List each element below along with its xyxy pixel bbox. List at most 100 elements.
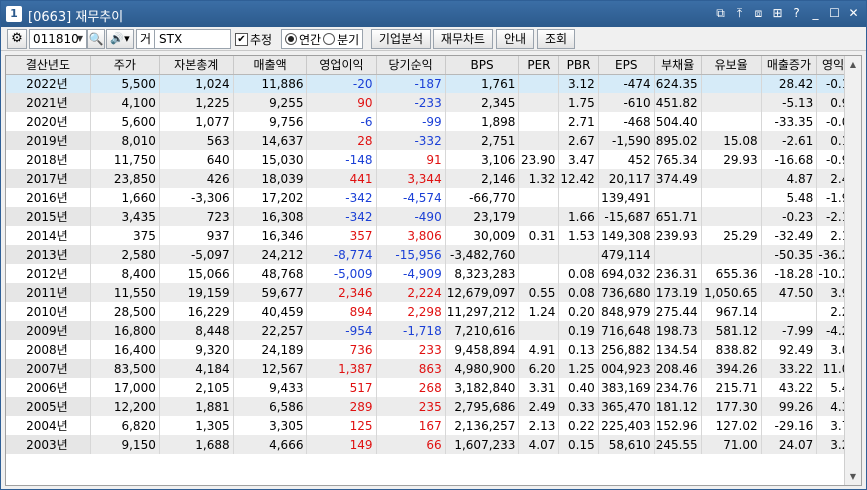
gear-icon[interactable]: ⚙ [7,29,27,49]
column-header[interactable]: BPS [445,56,520,75]
table-cell: -50.35 [761,245,818,264]
table-cell: 215.71 [701,378,762,397]
table-cell: 23,850 [90,169,160,188]
table-cell: 1,761 [445,74,520,93]
table-cell: 3,106 [445,150,520,169]
column-header[interactable]: 매출증가 [761,56,818,75]
table-row[interactable]: 2003년 9,150 1,688 4,666 149 66 1,607,233 4.07 0.… [6,435,861,454]
column-header[interactable]: 결산년도 [6,56,91,75]
table-row[interactable]: 2006년 17,000 2,105 9,433 517 268 3,182,840 3.31… [6,378,861,397]
column-header[interactable]: 영업이익 [306,56,377,75]
table-row[interactable]: 2011년 11,550 19,159 59,677 2,346 2,224 12,679,… [6,283,861,302]
toolbar: ⚙ 011810 ▼ 🔍 🔊▾ 거 STX ✔ 추정 연간 분기 기업분석 재무차… [1,27,866,51]
column-header[interactable]: EPS [598,56,655,75]
estimate-checkbox[interactable]: ✔ 추정 [235,31,272,48]
table-row[interactable]: 2018년 11,750 640 15,030 -148 91 3,106 23.90 3.47… [6,150,861,169]
scroll-down-icon[interactable]: ▼ [845,468,861,485]
table-cell: 239.93 [654,226,702,245]
pin-icon[interactable]: ⤒ [731,5,748,22]
table-row[interactable]: 2016년 1,660 -3,306 17,202 -342 -4,574 -66,770 1… [6,188,861,207]
scroll-up-icon[interactable]: ▲ [845,56,861,73]
table-row[interactable]: 2009년 16,800 8,448 22,257 -954 -1,718 7,210,61… [6,321,861,340]
column-header[interactable]: PER [518,56,560,75]
table-row[interactable]: 2012년 8,400 15,066 48,768 -5,009 -4,909 8,323,… [6,264,861,283]
copy-icon[interactable]: ⧈ [750,5,767,22]
table-cell: -5,097 [159,245,234,264]
table-cell: 1.75 [558,93,599,112]
company-analysis-button[interactable]: 기업분석 [371,29,431,49]
year-cell: 2003년 [6,435,91,454]
table-cell: 723 [159,207,234,226]
search-icon[interactable]: 🔍 [87,29,105,49]
table-row[interactable]: 2008년 16,400 9,320 24,189 736 233 9,458,894 4.9… [6,340,861,359]
guide-button[interactable]: 안내 [496,29,534,49]
table-cell: 11,550 [90,283,160,302]
window-restore-icon[interactable]: ⧉ [712,5,729,22]
table-cell: 7,210,616 [445,321,520,340]
close-icon[interactable]: ✕ [845,5,862,22]
title-bar-icons: ⧉ ⤒ ⧈ ⊞? _ ☐ ✕ [712,5,862,22]
table-cell: 3,806 [376,226,446,245]
table-row[interactable]: 2005년 12,200 1,881 6,586 289 235 2,795,686 2.49… [6,397,861,416]
table-cell: 11,886 [233,74,308,93]
speaker-icon[interactable]: 🔊▾ [106,29,134,49]
table-cell: 5,600 [90,112,160,131]
maximize-icon[interactable]: ☐ [826,5,843,22]
table-cell: 1,387 [306,359,377,378]
table-cell: 0.15 [558,435,599,454]
stock-name-field[interactable]: 거 STX [136,29,231,49]
table-cell: 20,117 [598,169,655,188]
help-icon[interactable]: ? [788,5,805,22]
table-cell [701,207,762,226]
table-row[interactable]: 2013년 2,580 -5,097 24,212 -8,774 -15,956 -3,48… [6,245,861,264]
query-button[interactable]: 조회 [537,29,575,49]
chevron-down-icon[interactable]: ▼ [75,30,85,48]
title-bar[interactable]: 1 [0663] 재무추이 ⧉ ⤒ ⧈ ⊞? _ ☐ ✕ [1,1,866,27]
table-cell: -32.49 [761,226,818,245]
column-header[interactable]: 주가 [90,56,160,75]
column-header[interactable]: 당기순익 [376,56,446,75]
financial-grid[interactable]: 결산년도 주가 자본총계 매출액 영업이익 당기순익 BPS PER PBR EPS 부채율 유보율 매… [5,55,862,486]
table-cell: -0.23 [761,207,818,226]
window-number-badge[interactable]: 1 [6,6,22,22]
table-cell: 58,610 [598,435,655,454]
minimize-icon[interactable]: _ [807,5,824,22]
table-cell: 3.47 [558,150,599,169]
table-row[interactable]: 2004년 6,820 1,305 3,305 125 167 2,136,257 2.13 0… [6,416,861,435]
column-header[interactable]: 자본총계 [159,56,234,75]
radio-quarter[interactable] [323,33,336,45]
table-row[interactable]: 2022년 5,500 1,024 11,886 -20 -187 1,761 3.12 -47… [6,74,861,93]
table-row[interactable]: 2010년 28,500 16,229 40,459 894 2,298 11,297,21… [6,302,861,321]
table-row[interactable]: 2014년 375 937 16,346 357 3,806 30,009 0.31 1.53 1… [6,226,861,245]
vertical-scrollbar[interactable]: ▲ ▼ [844,56,861,485]
table-cell: 9,150 [90,435,160,454]
table-cell: 0.31 [518,226,560,245]
table-cell: 256,882 [598,340,655,359]
table-row[interactable]: 2017년 23,850 426 18,039 441 3,344 2,146 1.32 12.… [6,169,861,188]
table-cell: 125 [306,416,377,435]
table-cell [518,93,560,112]
table-cell: 127.02 [701,416,762,435]
table-cell: 848,979 [598,302,655,321]
table-cell [518,131,560,150]
table-row[interactable]: 2007년 83,500 4,184 12,567 1,387 863 4,980,900 6… [6,359,861,378]
column-header[interactable]: 유보율 [701,56,762,75]
table-row[interactable]: 2019년 8,010 563 14,637 28 -332 2,751 2.67 -1,590… [6,131,861,150]
table-row[interactable]: 2015년 3,435 723 16,308 -342 -490 23,179 1.66 -15… [6,207,861,226]
table-cell: -7.99 [761,321,818,340]
tile-icon[interactable]: ⊞ [769,5,786,22]
checkbox-check-icon[interactable]: ✔ [235,33,248,46]
table-cell: 655.36 [701,264,762,283]
table-row[interactable]: 2021년 4,100 1,225 9,255 90 -233 2,345 1.75 -610 4… [6,93,861,112]
radio-annual[interactable] [285,33,297,45]
column-header[interactable]: PBR [558,56,599,75]
column-header[interactable]: 부채율 [654,56,702,75]
financial-chart-button[interactable]: 재무차트 [433,29,493,49]
table-cell: 1,660 [90,188,160,207]
table-row[interactable]: 2020년 5,600 1,077 9,756 -6 -99 1,898 2.71 -468 50… [6,112,861,131]
table-cell: 0.08 [558,264,599,283]
table-cell: -20 [306,74,377,93]
column-header[interactable]: 매출액 [233,56,308,75]
stock-code-input[interactable]: 011810 ▼ [29,29,87,49]
table-cell: 0.40 [558,378,599,397]
